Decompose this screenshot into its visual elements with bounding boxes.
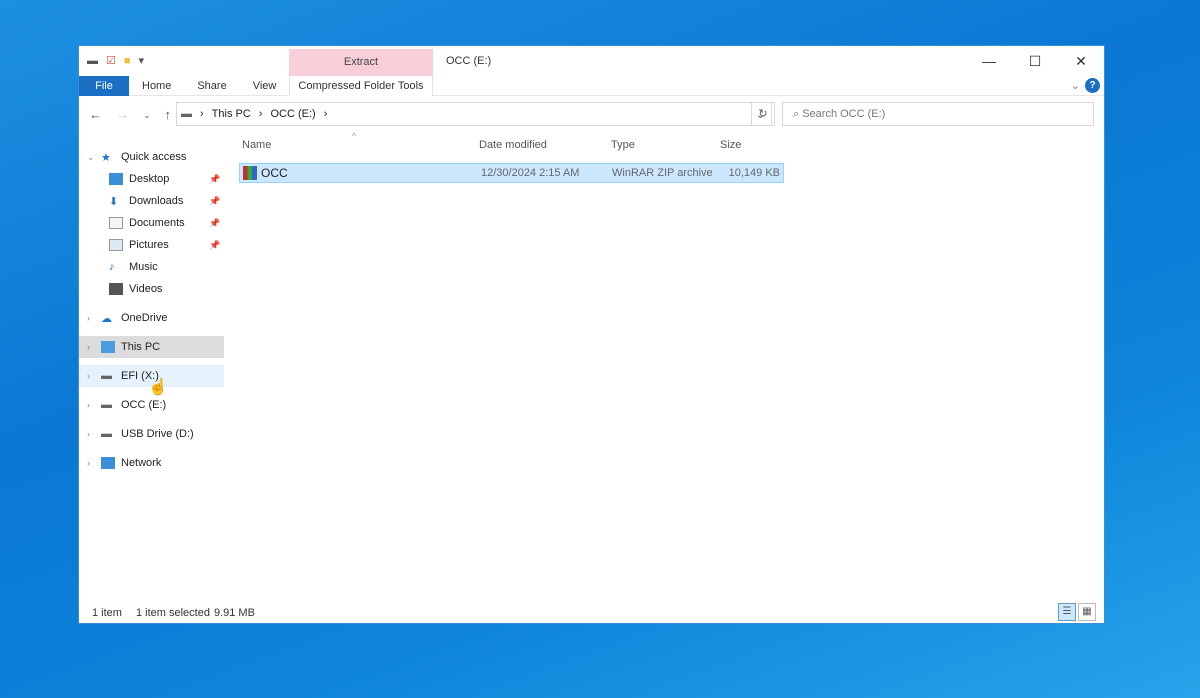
network-icon <box>101 457 115 469</box>
file-explorer-window: ▬ ☑ ■ ▾ Extract OCC (E:) — ☐ ✕ File Home… <box>78 45 1105 624</box>
pin-icon: 📌 <box>209 217 221 228</box>
tab-compressed-folder-tools[interactable]: Compressed Folder Tools <box>289 75 433 96</box>
sidebar-item-onedrive[interactable]: › ☁ OneDrive <box>79 307 224 329</box>
new-folder-icon[interactable]: ■ <box>124 55 131 67</box>
column-type[interactable]: Type <box>611 139 635 151</box>
drive-icon: ▬ <box>87 54 98 67</box>
navigation-bar: ← → ⌄ ↑ ▬ › This PC › OCC (E:) › ⌄ ↻ ⌕ Sear… <box>79 96 1104 134</box>
sidebar-item-desktop[interactable]: Desktop 📌 <box>79 168 224 190</box>
address-bar[interactable]: ▬ › This PC › OCC (E:) › ⌄ <box>176 102 772 126</box>
sidebar-item-documents[interactable]: Documents 📌 <box>79 212 224 234</box>
quick-access-toolbar: ▬ ☑ ■ ▾ <box>87 54 145 68</box>
drive-icon: ▬ <box>101 370 112 382</box>
contextual-group-extract: Extract <box>289 49 433 76</box>
sidebar-item-music[interactable]: ♪ Music <box>79 256 224 278</box>
help-icon[interactable]: ? <box>1085 78 1100 93</box>
computer-icon <box>101 341 115 353</box>
selected-count: 1 item selected <box>135 607 210 619</box>
tab-view[interactable]: View <box>240 76 290 96</box>
customize-qat-icon[interactable]: ▾ <box>139 54 145 67</box>
sidebar-item-occ[interactable]: › ▬ OCC (E:) <box>79 394 224 416</box>
tab-file[interactable]: File <box>79 75 129 96</box>
pictures-icon <box>109 239 123 251</box>
sidebar-item-pictures[interactable]: Pictures 📌 <box>79 234 224 256</box>
sidebar-item-network[interactable]: › Network <box>79 452 224 474</box>
download-icon: ⬇ <box>109 196 119 208</box>
drive-icon: ▬ <box>181 108 192 120</box>
status-bar: 1 item 1 item selected 9.91 MB <box>92 607 255 619</box>
sort-ascending-icon: ^ <box>352 131 357 141</box>
mouse-cursor-icon: ☝ <box>148 379 168 396</box>
breadcrumb-this-pc[interactable]: This PC <box>212 108 251 120</box>
file-row[interactable]: OCC 12/30/2024 2:15 AM WinRAR ZIP archiv… <box>239 163 784 183</box>
column-date-modified[interactable]: Date modified <box>479 139 547 151</box>
drive-icon: ▬ <box>101 399 112 411</box>
maximize-button[interactable]: ☐ <box>1012 46 1058 76</box>
item-count: 1 item <box>92 607 122 619</box>
back-button[interactable]: ← <box>89 107 102 122</box>
search-input[interactable]: ⌕ Search OCC (E:) <box>782 102 1094 126</box>
expand-ribbon-icon[interactable]: ⌄ <box>1071 79 1080 92</box>
file-name: OCC <box>261 166 288 180</box>
column-size[interactable]: Size <box>720 139 741 151</box>
sidebar-item-downloads[interactable]: ⬇ Downloads 📌 <box>79 190 224 212</box>
details-view-button[interactable]: ☰ <box>1058 603 1076 621</box>
music-icon: ♪ <box>109 261 115 273</box>
column-headers: Name ^ Date modified Type Size <box>242 131 802 159</box>
properties-icon[interactable]: ☑ <box>106 54 116 67</box>
sidebar-item-usb-drive[interactable]: › ▬ USB Drive (D:) <box>79 423 224 445</box>
large-icons-view-button[interactable]: ▦ <box>1078 603 1096 621</box>
file-type: WinRAR ZIP archive <box>612 167 713 179</box>
cloud-icon: ☁ <box>101 313 112 325</box>
ribbon-tabs: File Home Share View Compressed Folder T… <box>79 75 1104 96</box>
recent-locations-icon[interactable]: ⌄ <box>143 110 151 122</box>
sidebar-item-quick-access[interactable]: ⌄ ★ Quick access <box>79 146 224 168</box>
window-title: OCC (E:) <box>446 55 492 67</box>
drive-icon: ▬ <box>101 428 112 440</box>
refresh-button[interactable]: ↻ <box>751 102 775 126</box>
videos-icon <box>109 283 123 295</box>
pin-icon: 📌 <box>209 239 221 250</box>
winrar-archive-icon <box>243 166 257 180</box>
title-bar: ▬ ☑ ■ ▾ Extract OCC (E:) — ☐ ✕ <box>79 46 1104 76</box>
pin-icon: 📌 <box>209 195 221 206</box>
column-name[interactable]: Name <box>242 139 271 151</box>
minimize-button[interactable]: — <box>966 46 1012 76</box>
documents-icon <box>109 217 123 229</box>
sidebar-item-this-pc[interactable]: › This PC <box>79 336 224 358</box>
tab-share[interactable]: Share <box>184 76 239 96</box>
selected-size: 9.91 MB <box>213 607 255 619</box>
file-date: 12/30/2024 2:15 AM <box>481 167 580 179</box>
tab-home[interactable]: Home <box>129 76 184 96</box>
navigation-pane: ⌄ ★ Quick access Desktop 📌 ⬇ Downloads 📌 Docu… <box>79 146 224 474</box>
breadcrumb-occ[interactable]: OCC (E:) <box>270 108 315 120</box>
pin-icon: 📌 <box>209 173 221 184</box>
file-size: 10,149 KB <box>728 167 780 179</box>
forward-button[interactable]: → <box>116 107 129 122</box>
up-button[interactable]: ↑ <box>165 107 172 122</box>
close-button[interactable]: ✕ <box>1058 46 1104 76</box>
sidebar-item-videos[interactable]: Videos <box>79 278 224 300</box>
desktop-icon <box>109 173 123 185</box>
